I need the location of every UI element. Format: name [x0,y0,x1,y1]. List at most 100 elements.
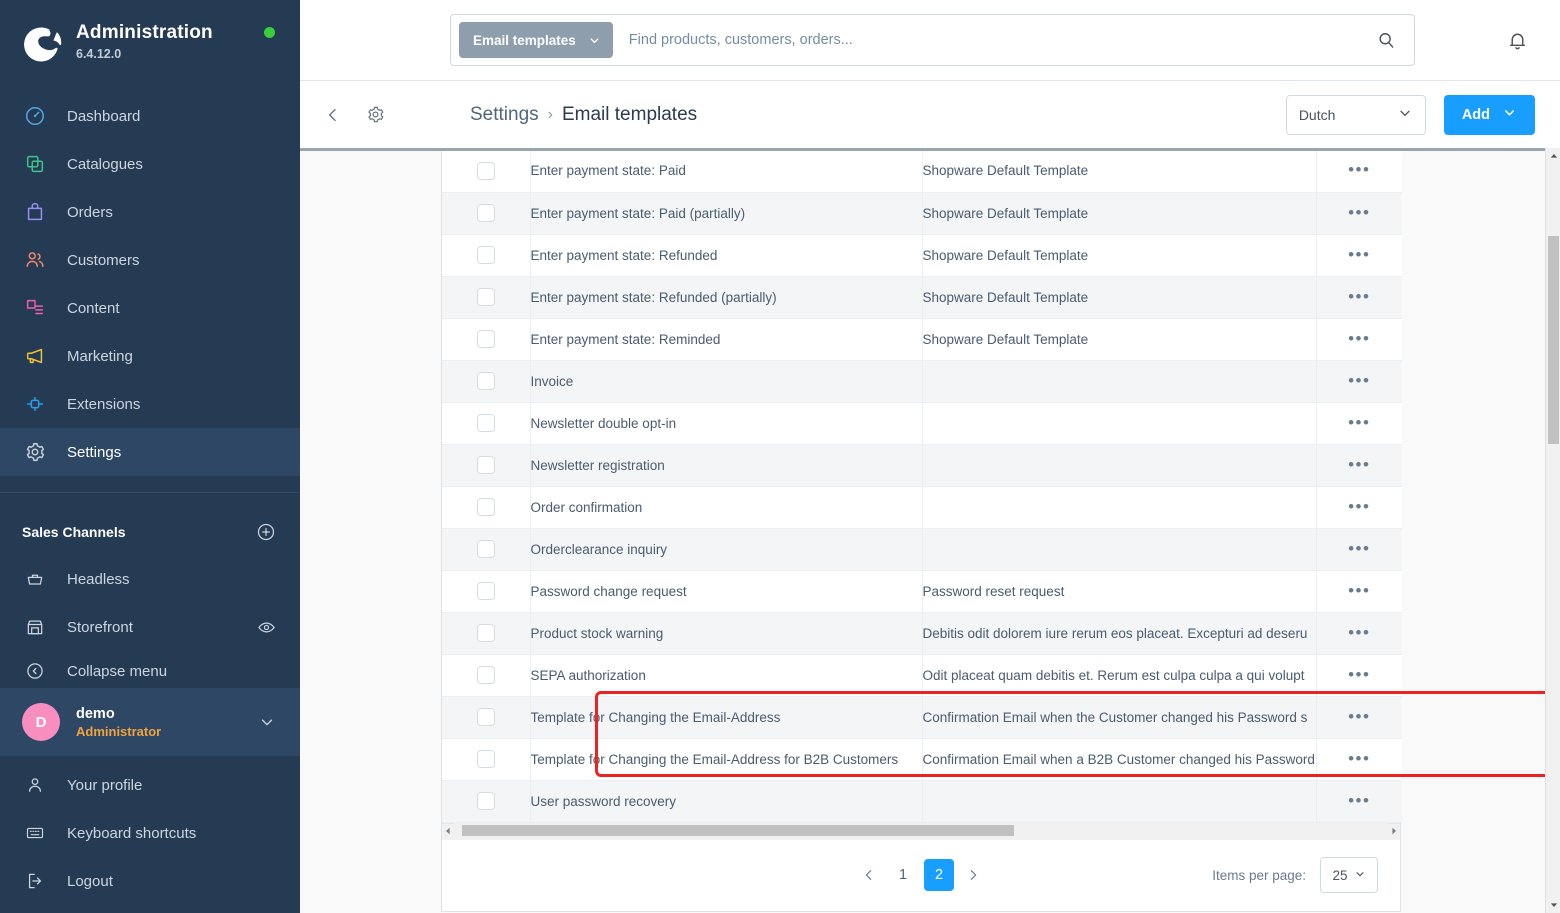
context-menu-dots-icon[interactable]: ••• [1348,330,1370,347]
table-row[interactable]: Invoice ••• [442,360,1402,403]
smart-bar-actions: Dutch Add [1285,94,1535,135]
table-row[interactable]: Product stock warning Debitis odit dolor… [442,612,1402,655]
shopware-logo-icon [20,20,64,64]
scroll-left-arrow-icon[interactable] [442,823,454,839]
context-menu-dots-icon[interactable]: ••• [1348,666,1370,683]
row-checkbox[interactable] [476,329,495,348]
sidebar-item-customers[interactable]: Customers [0,236,300,284]
sidebar-item-your-profile[interactable]: Your profile [0,761,300,809]
sidebar-item-settings[interactable]: Settings [0,428,300,476]
pagination-next[interactable] [957,859,989,891]
pagination-page-1[interactable]: 1 [888,859,918,891]
items-per-page-select[interactable]: 25 [1320,857,1378,893]
breadcrumb-settings[interactable]: Settings [470,104,539,126]
context-menu-dots-icon[interactable]: ••• [1348,161,1370,178]
row-checkbox[interactable] [476,161,495,180]
pagination-page-2[interactable]: 2 [924,859,954,891]
sidebar-item-collapse-menu[interactable]: Collapse menu [0,651,300,691]
table-row[interactable]: Enter payment state: Refunded (partially… [442,276,1402,319]
context-menu-dots-icon[interactable]: ••• [1348,414,1370,431]
table-row[interactable]: Enter payment state: Refunded Shopware D… [442,234,1402,277]
context-menu-dots-icon[interactable]: ••• [1348,246,1370,263]
row-checkbox[interactable] [476,707,495,726]
context-menu-dots-icon[interactable]: ••• [1348,288,1370,305]
search-icon[interactable] [1364,18,1408,62]
context-menu-dots-icon[interactable]: ••• [1348,708,1370,725]
context-menu-dots-icon[interactable]: ••• [1348,540,1370,557]
row-checkbox[interactable] [476,413,495,432]
table-horizontal-scrollbar[interactable] [442,822,1400,839]
vscroll-thumb[interactable] [1548,236,1559,444]
language-select[interactable]: Dutch [1285,94,1426,135]
row-checkbox[interactable] [476,623,495,642]
plus-circle-icon[interactable] [256,522,276,542]
table-row[interactable]: Newsletter double opt-in ••• [442,402,1402,445]
table-row[interactable]: Enter payment state: Reminded Shopware D… [442,318,1402,361]
context-menu-dots-icon[interactable]: ••• [1348,204,1370,221]
sidebar-item-storefront[interactable]: Storefront [0,603,300,651]
context-menu-dots-icon[interactable]: ••• [1348,750,1370,767]
sidebar-item-logout[interactable]: Logout [0,857,300,905]
row-checkbox-cell [442,486,530,529]
row-checkbox[interactable] [476,287,495,306]
context-menu-dots-icon[interactable]: ••• [1348,624,1370,641]
sidebar-item-content[interactable]: Content [0,284,300,332]
row-name: Enter payment state: Refunded (partially… [529,276,922,319]
table-row[interactable]: Newsletter registration ••• [442,444,1402,487]
context-menu-dots-icon[interactable]: ••• [1348,456,1370,473]
context-menu-dots-icon[interactable]: ••• [1348,372,1370,389]
table-row[interactable]: User password recovery ••• [442,780,1402,823]
row-checkbox[interactable] [476,203,495,222]
table-row[interactable]: Enter payment state: Paid Shopware Defau… [442,150,1402,193]
row-checkbox[interactable] [476,539,495,558]
sales-channels-title: Sales Channels [22,524,126,540]
row-checkbox[interactable] [476,581,495,600]
table-row[interactable]: SEPA authorization Odit placeat quam deb… [442,654,1402,697]
table-row[interactable]: Order confirmation ••• [442,486,1402,529]
table-row[interactable]: Orderclearance inquiry ••• [442,528,1402,571]
row-description: Shopware Default Template [921,150,1316,193]
scroll-right-arrow-icon[interactable] [1388,823,1400,839]
context-menu-dots-icon[interactable]: ••• [1348,792,1370,809]
sidebar-item-dashboard[interactable]: Dashboard [0,92,300,140]
sidebar-item-extensions[interactable]: Extensions [0,380,300,428]
row-checkbox[interactable] [476,245,495,264]
context-menu-dots-icon[interactable]: ••• [1348,498,1370,515]
row-description: Debitis odit dolorem iure rerum eos plac… [921,612,1316,655]
row-checkbox[interactable] [476,791,495,810]
row-checkbox[interactable] [476,497,495,516]
table-row-highlighted[interactable]: Template for Changing the Email-Address … [442,696,1402,739]
sidebar-item-marketing[interactable]: Marketing [0,332,300,380]
row-checkbox-cell [442,780,530,823]
search-filter-chip[interactable]: Email templates [459,22,613,58]
row-checkbox-cell [442,696,530,739]
chevron-left-icon[interactable] [318,100,348,130]
row-actions-cell: ••• [1315,570,1402,613]
hscroll-track[interactable] [454,823,1388,839]
user-profile-block[interactable]: D demo Administrator [0,688,300,756]
bell-icon[interactable] [1499,22,1535,58]
row-checkbox[interactable] [476,665,495,684]
add-button[interactable]: Add [1443,94,1535,135]
row-checkbox[interactable] [476,371,495,390]
sidebar-item-catalogues[interactable]: Catalogues [0,140,300,188]
pagination-prev[interactable] [853,859,885,891]
page-vertical-scrollbar[interactable] [1545,148,1560,913]
sidebar-item-headless[interactable]: Headless [0,555,300,603]
hscroll-thumb[interactable] [462,825,1014,836]
scroll-down-arrow-icon[interactable] [1546,897,1560,913]
sidebar-item-keyboard-shortcuts[interactable]: Keyboard shortcuts [0,809,300,857]
sidebar-item-orders[interactable]: Orders [0,188,300,236]
scroll-up-arrow-icon[interactable] [1546,148,1560,164]
search-input[interactable] [612,32,1364,48]
gear-icon[interactable] [360,100,390,130]
eye-icon[interactable] [257,618,276,637]
table-row-highlighted[interactable]: Template for Changing the Email-Address … [442,738,1402,781]
row-checkbox[interactable] [476,455,495,474]
sidebar-header: Administration 6.4.12.0 [0,0,300,78]
table-row[interactable]: Enter payment state: Paid (partially) Sh… [442,192,1402,235]
row-checkbox[interactable] [476,749,495,768]
chevron-down-icon[interactable] [258,713,276,731]
table-row[interactable]: Password change request Password reset r… [442,570,1402,613]
context-menu-dots-icon[interactable]: ••• [1348,582,1370,599]
